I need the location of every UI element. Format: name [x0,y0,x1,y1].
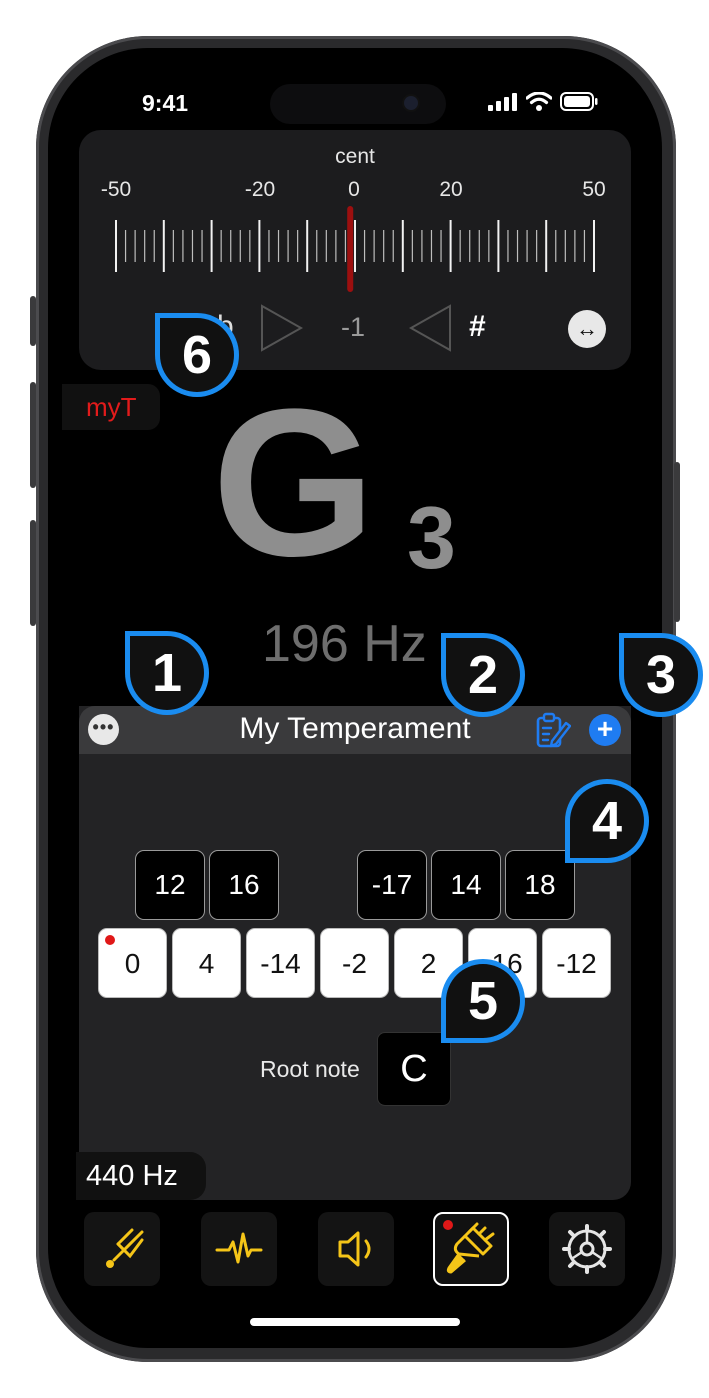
reference-pitch-value: 440 Hz [86,1160,178,1192]
white-key-e[interactable]: -14 [246,928,315,998]
home-indicator[interactable] [250,1318,460,1326]
tuning-fork-icon [106,1228,144,1268]
wifi-icon [526,92,552,111]
swap-direction-button[interactable]: ↔ [568,310,606,348]
callout-4-number: 4 [591,791,623,851]
reference-pitch[interactable]: 440 Hz [76,1152,206,1200]
edit-temperament-icon[interactable] [535,711,571,751]
callout-5-number: 5 [467,971,499,1031]
root-note-label: Root note [260,1056,360,1082]
callout-4: 4 [562,776,652,866]
black-key-d-sharp[interactable]: 16 [209,850,279,920]
callout-2: 2 [438,630,528,720]
status-time: 9:41 [142,90,189,116]
note-frequency: 196 Hz [262,615,427,673]
tab-sound[interactable] [318,1212,394,1286]
flat-arrow-icon [261,304,304,352]
waveform-icon [215,1232,263,1264]
callout-2-number: 2 [467,645,499,705]
tab-temperament[interactable] [433,1212,509,1286]
white-key-c-value: 0 [124,948,141,979]
sharp-arrow-icon [408,304,451,352]
brush-icon [446,1222,495,1274]
status-icons [488,92,598,111]
tab-tuner[interactable] [84,1212,160,1286]
power-button [674,462,680,622]
tab-settings[interactable] [549,1212,625,1286]
note-octave: 3 [407,488,456,587]
volume-down-button [30,520,36,626]
root-indicator-dot [105,935,115,945]
black-key-g-sharp[interactable]: 14 [431,850,501,920]
tab-bar [62,1210,648,1288]
white-key-d[interactable]: 4 [172,928,241,998]
note-letter: G [212,365,375,600]
callout-3-number: 3 [645,645,677,705]
tab-analyzer[interactable] [201,1212,277,1286]
volume-up-button [30,382,36,488]
temperament-tag-label: myT [86,392,137,422]
black-key-f-sharp[interactable]: -17 [357,850,427,920]
temperament-tag[interactable]: myT [62,384,160,430]
status-bar: 9:41 [62,62,648,124]
camera-icon [404,96,418,110]
callout-3: 3 [616,630,706,720]
callout-1-number: 1 [151,643,183,703]
action-button [30,296,36,346]
speaker-icon [338,1231,371,1267]
cents-readout: -1 [341,312,366,342]
black-key-c-sharp[interactable]: 12 [135,850,205,920]
dynamic-island [270,84,446,124]
callout-5: 5 [438,956,528,1046]
cellular-signal-icon [488,92,517,111]
callout-6-number: 6 [181,325,213,385]
tuning-needle [347,206,354,292]
callout-6: 6 [152,310,242,400]
white-key-c[interactable]: 0 [98,928,167,998]
white-key-b[interactable]: -12 [542,928,611,998]
sharp-symbol: # [469,310,486,343]
battery-icon [560,92,598,111]
callout-1: 1 [122,628,212,718]
settings-icon [562,1224,612,1274]
white-key-f[interactable]: -2 [320,928,389,998]
